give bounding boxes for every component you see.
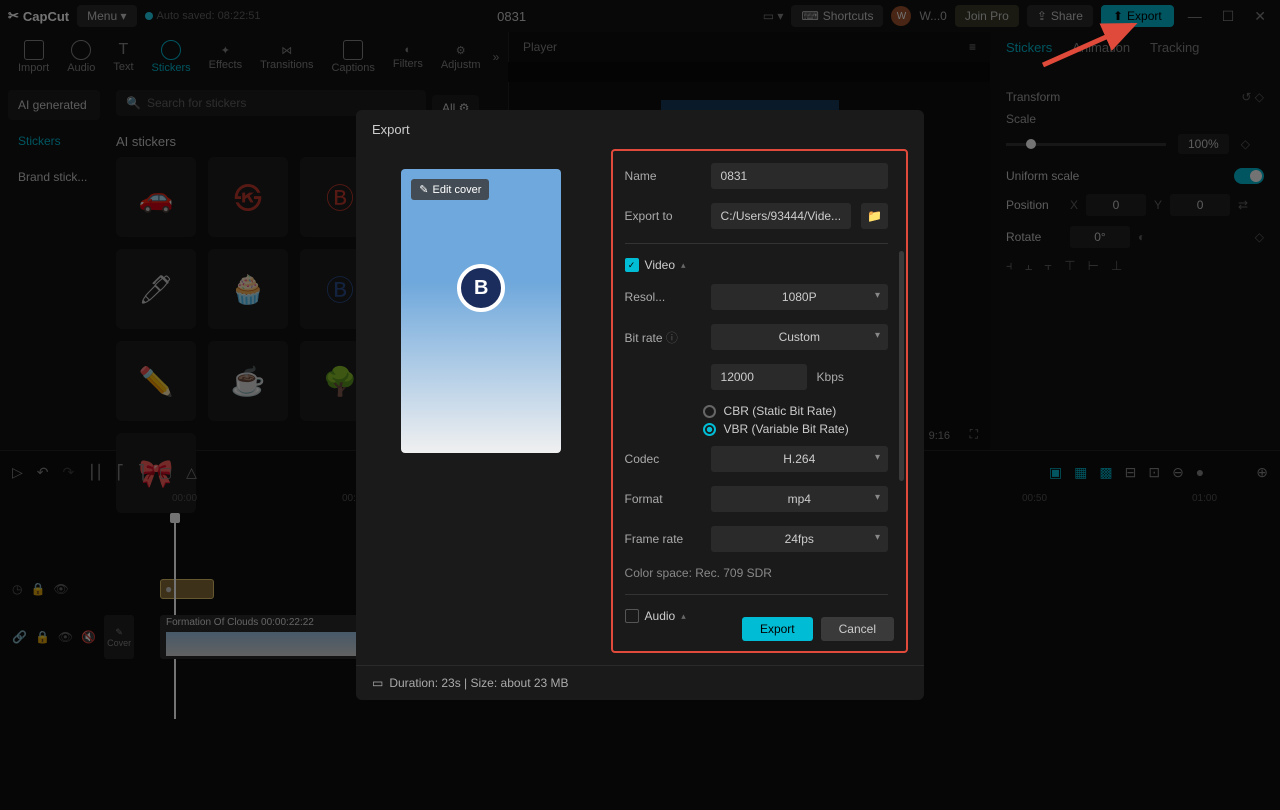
colorspace-info: Color space: Rec. 709 SDR [625, 566, 888, 580]
cbr-radio[interactable]: CBR (Static Bit Rate) [703, 404, 888, 418]
edit-cover-button[interactable]: ✎ Edit cover [411, 179, 489, 200]
export-modal: Export ✎ Edit cover B Name 0831 Export t… [356, 110, 924, 700]
format-label: Format [625, 492, 701, 506]
bitrate-select[interactable]: Custom [711, 324, 888, 350]
export-preview: ✎ Edit cover B [401, 169, 561, 453]
audio-section-label: Audio [645, 609, 676, 623]
cover-logo: B [457, 264, 505, 312]
modal-export-button[interactable]: Export [742, 617, 813, 641]
bitrate-unit: Kbps [817, 370, 844, 384]
audio-checkbox[interactable] [625, 609, 639, 623]
vbr-radio[interactable]: VBR (Variable Bit Rate) [703, 422, 888, 436]
video-section-label: Video [645, 258, 675, 272]
fps-label: Frame rate [625, 532, 701, 546]
export-to-input[interactable]: C:/Users/93444/Vide... [711, 203, 852, 229]
modal-scrollbar[interactable] [899, 251, 904, 481]
browse-folder-button[interactable]: 📁 [861, 203, 888, 229]
format-select[interactable]: mp4 [711, 486, 888, 512]
export-info: ▭ Duration: 23s | Size: about 23 MB [372, 676, 569, 690]
resolution-select[interactable]: 1080P [711, 284, 888, 310]
name-label: Name [625, 169, 701, 183]
modal-title: Export [356, 110, 924, 149]
video-checkbox[interactable]: ✓ [625, 258, 639, 272]
modal-cancel-button[interactable]: Cancel [821, 617, 894, 641]
export-to-label: Export to [625, 209, 701, 223]
codec-select[interactable]: H.264 [711, 446, 888, 472]
fps-select[interactable]: 24fps [711, 526, 888, 552]
bitrate-label: Bit rate ⓘ [625, 329, 701, 346]
resolution-label: Resol... [625, 290, 701, 304]
codec-label: Codec [625, 452, 701, 466]
name-input[interactable]: 0831 [711, 163, 888, 189]
bitrate-value-input[interactable]: 12000 [711, 364, 807, 390]
